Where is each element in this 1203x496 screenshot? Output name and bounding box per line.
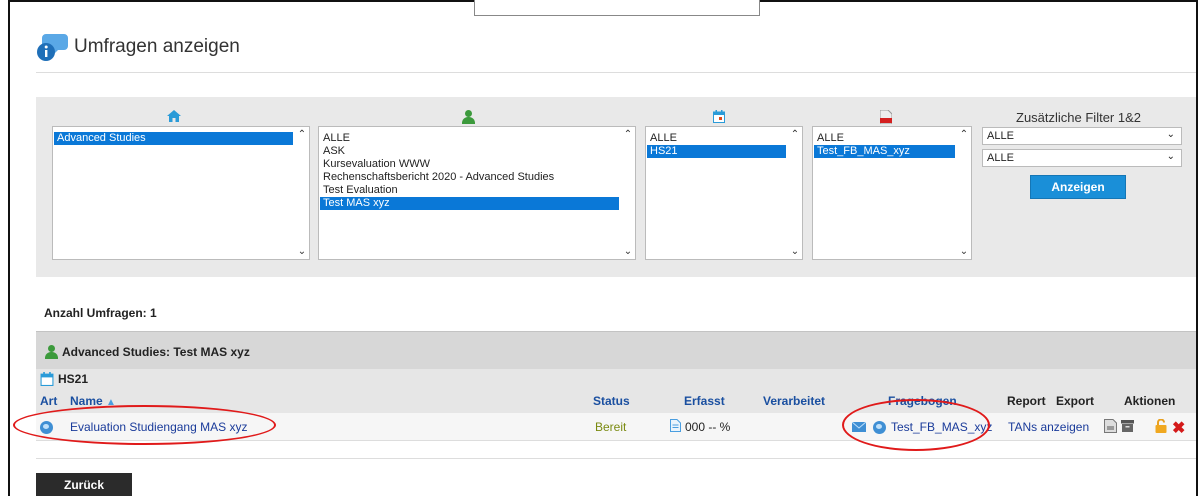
list-item[interactable]: ASK (320, 145, 619, 158)
document-icon (670, 419, 681, 435)
survey-count: Anzahl Umfragen: 1 (44, 306, 157, 320)
list-calendar[interactable]: ALLE HS21 ⌃ ⌄ (645, 126, 803, 260)
scroll-down-icon[interactable]: ⌄ (959, 246, 969, 257)
list-item[interactable]: HS21 (647, 145, 786, 158)
list-home[interactable]: Advanced Studies ⌃ ⌄ (52, 126, 310, 260)
list-item[interactable]: Test_FB_MAS_xyz (814, 145, 955, 158)
semester-label: HS21 (58, 372, 89, 386)
home-icon (167, 110, 181, 125)
status-value: Bereit (595, 420, 627, 434)
list-item[interactable]: ALLE (647, 132, 786, 145)
col-export: Export (1056, 394, 1095, 408)
pdf-icon (879, 109, 893, 127)
list-person[interactable]: ALLE ASK Kursevaluation WWW Rechenschaft… (318, 126, 636, 260)
calendar-icon (40, 372, 54, 386)
scroll-down-icon[interactable]: ⌄ (297, 246, 307, 257)
annotation-oval (13, 405, 276, 445)
scroll-up-icon[interactable]: ⌃ (297, 129, 307, 140)
person-icon (44, 345, 58, 359)
tans-link[interactable]: TANs anzeigen (1008, 420, 1089, 434)
page-title: Umfragen anzeigen (74, 36, 240, 57)
list-item[interactable]: ALLE (320, 132, 619, 145)
list-item[interactable]: Kursevaluation WWW (320, 158, 619, 171)
scroll-down-icon[interactable]: ⌄ (790, 246, 800, 257)
report-icon[interactable] (1104, 419, 1117, 436)
semester-header: HS21 (36, 369, 1196, 389)
calendar-icon (713, 110, 725, 126)
col-art[interactable]: Art (40, 394, 57, 408)
back-button[interactable]: Zurück (36, 473, 132, 496)
group-label: Advanced Studies: Test MAS xyz (62, 345, 250, 359)
list-item[interactable]: ALLE (814, 132, 955, 145)
list-pdf[interactable]: ALLE Test_FB_MAS_xyz ⌃ ⌄ (812, 126, 972, 260)
extra-filter-label: Zusätzliche Filter 1&2 (1016, 110, 1141, 125)
list-item[interactable]: Advanced Studies (54, 132, 293, 145)
extra-filter-select-1[interactable]: ALLE ⌄ (982, 127, 1182, 145)
col-verarbeitet[interactable]: Verarbeitet (763, 394, 825, 408)
divider (36, 458, 1196, 459)
col-aktionen: Aktionen (1124, 394, 1176, 408)
scroll-up-icon[interactable]: ⌃ (790, 129, 800, 140)
survey-info-icon (37, 34, 68, 61)
show-button[interactable]: Anzeigen (1030, 175, 1126, 199)
delete-icon[interactable]: ✖ (1172, 418, 1185, 438)
top-tab-stub (474, 0, 760, 16)
page-header: Umfragen anzeigen (36, 32, 240, 62)
col-status[interactable]: Status (593, 394, 630, 408)
list-item[interactable]: Test Evaluation (320, 184, 619, 197)
archive-icon[interactable] (1121, 420, 1134, 435)
person-icon (461, 110, 475, 127)
scroll-up-icon[interactable]: ⌃ (623, 129, 633, 140)
divider (36, 72, 1196, 73)
group-header: Advanced Studies: Test MAS xyz (36, 331, 1196, 369)
erfasst-value: 000 -- % (685, 420, 731, 434)
col-erfasst[interactable]: Erfasst (684, 394, 725, 408)
annotation-oval (842, 399, 990, 451)
scroll-down-icon[interactable]: ⌄ (623, 246, 633, 257)
chevron-down-icon: ⌄ (1166, 151, 1175, 162)
select-value: ALLE (987, 152, 1014, 164)
unlock-icon[interactable] (1155, 418, 1167, 436)
chevron-down-icon: ⌄ (1166, 129, 1175, 140)
select-value: ALLE (987, 130, 1014, 142)
col-report: Report (1007, 394, 1046, 408)
list-item[interactable]: Test MAS xyz (320, 197, 619, 210)
extra-filter-select-2[interactable]: ALLE ⌄ (982, 149, 1182, 167)
scroll-up-icon[interactable]: ⌃ (959, 129, 969, 140)
list-item[interactable]: Rechenschaftsbericht 2020 - Advanced Stu… (320, 171, 619, 184)
